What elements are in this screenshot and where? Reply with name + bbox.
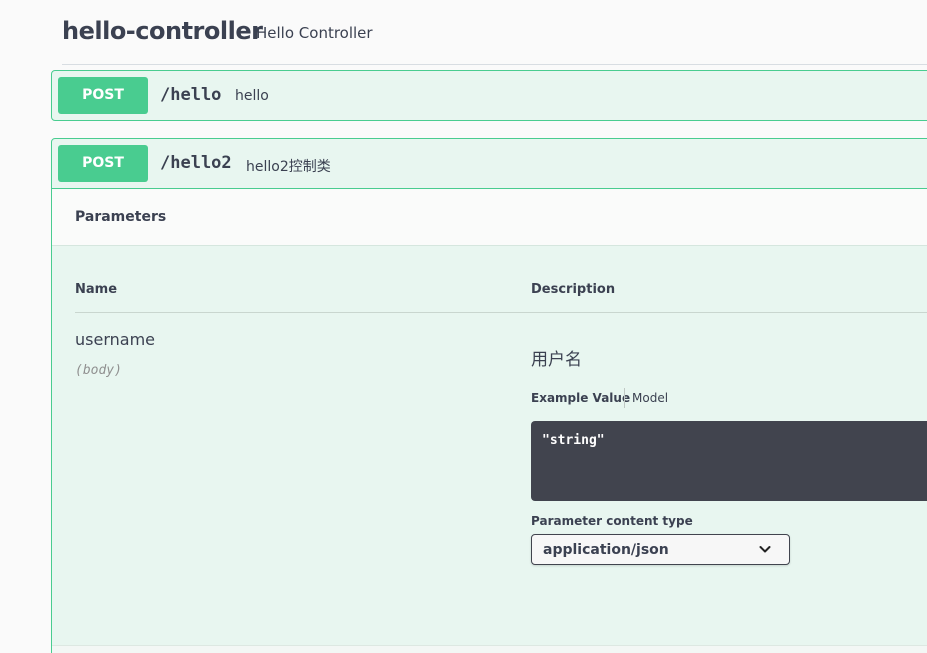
- tag-header[interactable]: hello-controller Hello Controller: [62, 0, 927, 65]
- tag-description: Hello Controller: [256, 24, 373, 42]
- example-code-block[interactable]: "string": [531, 421, 927, 501]
- operation-path[interactable]: /hello: [160, 85, 221, 105]
- column-header-name: Name: [75, 282, 118, 297]
- example-value: "string": [542, 433, 605, 448]
- chevron-down-icon: [759, 546, 771, 553]
- operation-description: hello2控制类: [246, 159, 331, 175]
- parameters-title: Parameters: [75, 209, 167, 225]
- content-type-value: application/json: [543, 542, 669, 558]
- parameter-name: username: [75, 330, 155, 349]
- tab-model[interactable]: Model: [632, 391, 668, 405]
- operation-path[interactable]: /hello2: [160, 153, 232, 173]
- divider: [75, 312, 927, 313]
- tab-divider: [624, 388, 625, 408]
- parameter-location: (body): [75, 363, 122, 378]
- content-type-select[interactable]: application/json: [531, 534, 790, 565]
- operation-description: hello: [235, 88, 269, 104]
- content-type-label: Parameter content type: [531, 514, 693, 528]
- operation-post-hello[interactable]: POST /hello hello: [51, 70, 927, 121]
- method-badge: POST: [58, 145, 148, 182]
- tab-example-value[interactable]: Example Value: [531, 391, 630, 405]
- method-badge: POST: [58, 77, 148, 114]
- parameters-header: Parameters: [52, 189, 927, 246]
- operation-summary[interactable]: POST /hello hello: [52, 71, 927, 121]
- column-header-description: Description: [531, 282, 616, 297]
- operation-post-hello2[interactable]: POST /hello2 hello2控制类 Parameters Name D…: [51, 138, 927, 653]
- section-divider: [52, 645, 927, 653]
- parameter-description: 用户名: [531, 350, 582, 370]
- tag-title[interactable]: hello-controller: [62, 17, 263, 45]
- operation-summary[interactable]: POST /hello2 hello2控制类: [52, 139, 927, 189]
